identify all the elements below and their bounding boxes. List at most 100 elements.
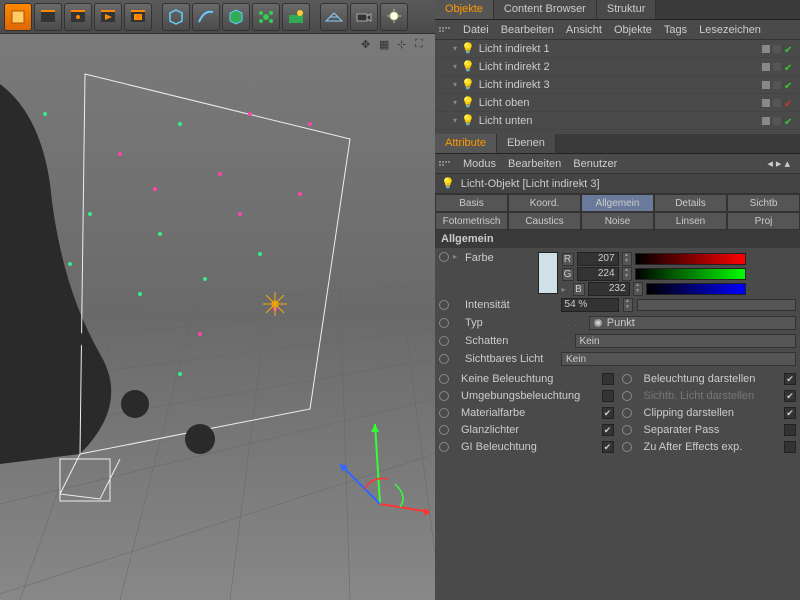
radio-schatten[interactable] (439, 336, 449, 346)
tool-nurbs[interactable] (222, 3, 250, 31)
layer-dot[interactable] (773, 45, 781, 53)
vp-settings-icon[interactable]: ▦ (379, 38, 393, 52)
object-row-1[interactable]: ▾ 💡 Licht indirekt 2✔ (435, 58, 800, 76)
slider-g[interactable] (635, 268, 746, 280)
tab-content-browser[interactable]: Content Browser (494, 0, 597, 19)
menu-ansicht[interactable]: Ansicht (566, 24, 602, 36)
layer-dot[interactable] (773, 99, 781, 107)
tool-cube[interactable] (4, 3, 32, 31)
spinner-b[interactable]: ▲▼ (633, 282, 643, 296)
input-intensitaet[interactable]: 54 % (561, 298, 619, 312)
tool-scene[interactable] (282, 3, 310, 31)
tool-floor[interactable] (320, 3, 348, 31)
prop-tab-basis[interactable]: Basis (435, 194, 508, 212)
radio-1[interactable] (622, 391, 632, 401)
tool-light[interactable] (380, 3, 408, 31)
checkbox[interactable] (784, 424, 796, 436)
spinner-g[interactable]: ▲▼ (622, 267, 632, 281)
checkbox[interactable] (602, 373, 614, 385)
nav-arrows[interactable]: ◂ ▸ ▴ (767, 157, 796, 170)
tool-primitive[interactable] (162, 3, 190, 31)
spinner-r[interactable]: ▲▼ (622, 252, 632, 266)
vp-axis-icon[interactable]: ⊹ (397, 38, 411, 52)
viewport-3d[interactable]: ✥ ▦ ⊹ ⛶ (0, 34, 435, 600)
layer-dot[interactable] (762, 81, 770, 89)
expand-b-arrow[interactable]: ▸ (562, 285, 570, 294)
checkbox[interactable]: ✔ (602, 424, 614, 436)
layer-dot[interactable] (762, 45, 770, 53)
radio-0[interactable] (622, 374, 632, 384)
checkbox[interactable]: ✔ (784, 373, 796, 385)
input-r[interactable]: 207 (577, 252, 619, 266)
radio-2[interactable] (622, 408, 632, 418)
radio-4[interactable] (622, 442, 632, 452)
prop-tab-allgemein[interactable]: Allgemein (581, 194, 654, 212)
tab-objekte[interactable]: Objekte (435, 0, 494, 19)
radio-typ[interactable] (439, 318, 449, 328)
dropdown-schatten[interactable]: Kein (575, 334, 796, 348)
radio-farbe[interactable] (439, 252, 449, 262)
radio-sichtbares[interactable] (439, 354, 449, 364)
vp-move-icon[interactable]: ✥ (361, 38, 375, 52)
tool-film4[interactable] (124, 3, 152, 31)
slider-b[interactable] (646, 283, 746, 295)
tab-attribute[interactable]: Attribute (435, 134, 497, 153)
tab-ebenen[interactable]: Ebenen (497, 134, 556, 153)
prop-tab-details[interactable]: Details (654, 194, 727, 212)
radio-4[interactable] (439, 442, 449, 452)
menu-lesezeichen[interactable]: Lesezeichen (699, 24, 761, 36)
expand-arrow-icon[interactable]: ▸ (453, 252, 461, 261)
spinner-intensitaet[interactable]: ▲▼ (623, 298, 633, 312)
tool-film3[interactable] (94, 3, 122, 31)
checkbox[interactable]: ✔ (602, 441, 614, 453)
menu-bearbeiten2[interactable]: Bearbeiten (508, 158, 561, 170)
checkbox[interactable] (602, 390, 614, 402)
tool-array[interactable] (252, 3, 280, 31)
radio-2[interactable] (439, 408, 449, 418)
radio-1[interactable] (439, 391, 449, 401)
tool-film2[interactable] (64, 3, 92, 31)
grip-icon[interactable] (439, 161, 451, 166)
prop-tab-koord.[interactable]: Koord. (508, 194, 581, 212)
radio-3[interactable] (622, 425, 632, 435)
checkbox[interactable]: ✔ (784, 407, 796, 419)
prop-tab-sichtb[interactable]: Sichtb (727, 194, 800, 212)
layer-dot[interactable] (762, 117, 770, 125)
checkbox[interactable]: ✔ (602, 407, 614, 419)
object-row-4[interactable]: ▾ 💡 Licht unten✔ (435, 112, 800, 130)
layer-dot[interactable] (762, 63, 770, 71)
menu-benutzer[interactable]: Benutzer (573, 158, 617, 170)
prop-tab-proj[interactable]: Proj (727, 212, 800, 230)
menu-bearbeiten[interactable]: Bearbeiten (501, 24, 554, 36)
radio-0[interactable] (439, 374, 449, 384)
visibility-toggle[interactable]: ✔ (784, 63, 792, 71)
grip-icon[interactable] (439, 27, 451, 32)
slider-intensitaet[interactable] (637, 299, 796, 311)
menu-modus[interactable]: Modus (463, 158, 496, 170)
layer-dot[interactable] (773, 117, 781, 125)
radio-intensitaet[interactable] (439, 300, 449, 310)
slider-r[interactable] (635, 253, 746, 265)
input-g[interactable]: 224 (577, 267, 619, 281)
layer-dot[interactable] (773, 81, 781, 89)
object-row-3[interactable]: ▾ 💡 Licht oben✔ (435, 94, 800, 112)
checkbox[interactable] (784, 441, 796, 453)
tab-struktur[interactable]: Struktur (597, 0, 657, 19)
layer-dot[interactable] (762, 99, 770, 107)
tool-spline[interactable] (192, 3, 220, 31)
prop-tab-noise[interactable]: Noise (581, 212, 654, 230)
dropdown-sichtbares[interactable]: Kein (561, 352, 796, 366)
layer-dot[interactable] (773, 63, 781, 71)
color-swatch[interactable] (538, 252, 558, 294)
prop-tab-fotometrisch[interactable]: Fotometrisch (435, 212, 508, 230)
visibility-toggle[interactable]: ✔ (784, 99, 792, 107)
tool-camera[interactable] (350, 3, 378, 31)
vp-expand-icon[interactable]: ⛶ (415, 38, 429, 52)
tool-film1[interactable] (34, 3, 62, 31)
visibility-toggle[interactable]: ✔ (784, 117, 792, 125)
checkbox[interactable]: ✔ (784, 390, 796, 402)
radio-3[interactable] (439, 425, 449, 435)
prop-tab-linsen[interactable]: Linsen (654, 212, 727, 230)
prop-tab-caustics[interactable]: Caustics (508, 212, 581, 230)
object-row-0[interactable]: ▾ 💡 Licht indirekt 1✔ (435, 40, 800, 58)
